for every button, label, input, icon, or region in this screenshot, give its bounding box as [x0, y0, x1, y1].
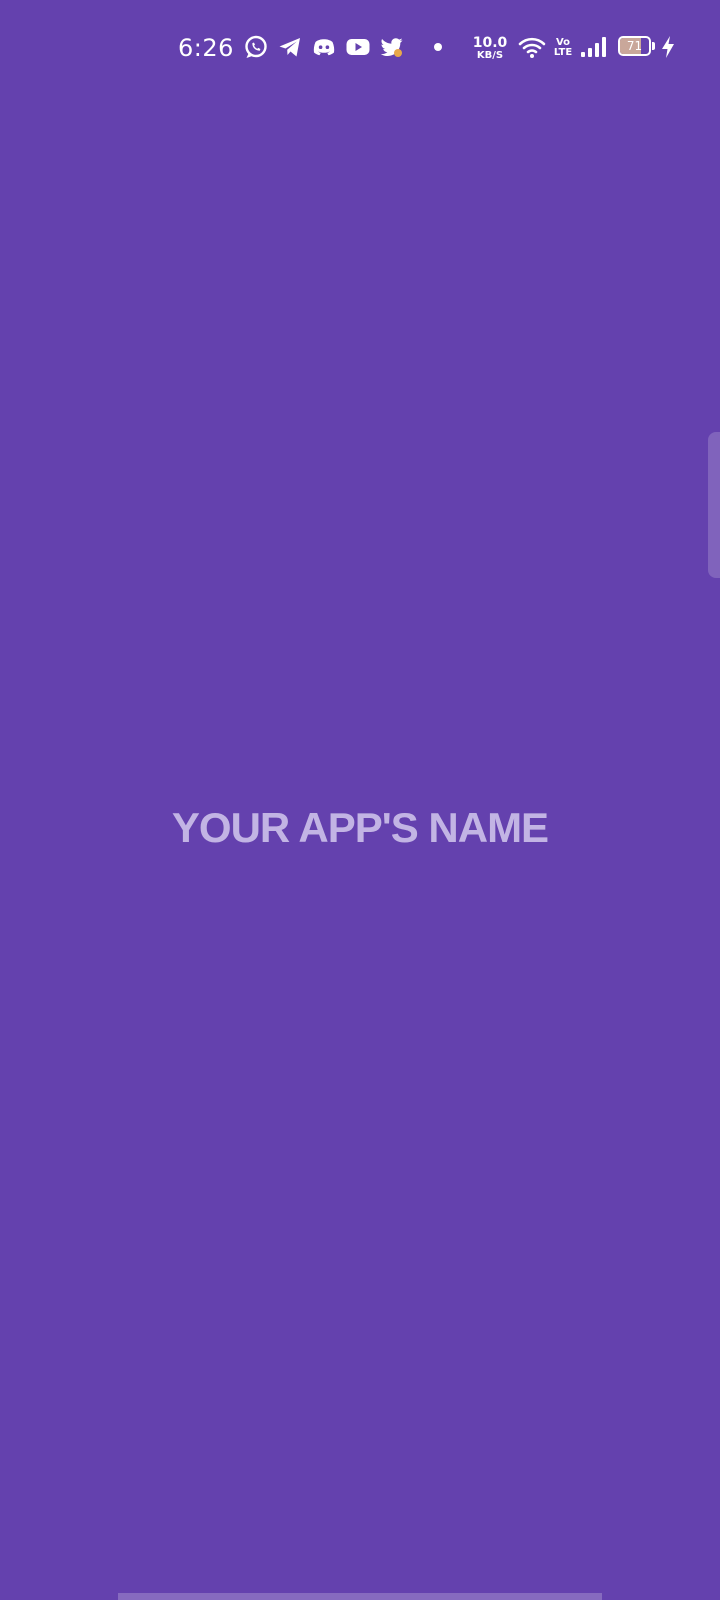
whatsapp-icon [243, 34, 269, 60]
navigation-gesture-bar[interactable] [118, 1593, 602, 1600]
network-speed: 10.0 KB/S [470, 34, 510, 62]
status-clock: 6:26 [178, 34, 234, 62]
wifi-icon [518, 34, 546, 60]
battery-level: 71 [626, 39, 643, 53]
battery-icon: 71 [618, 36, 656, 56]
signal-strength-icon [580, 36, 608, 58]
volte-bottom-label: LTE [553, 47, 573, 58]
notification-dot [434, 43, 442, 51]
network-speed-value: 10.0 [472, 34, 508, 51]
app-name-title: YOUR APP'S NAME [171, 804, 549, 851]
discord-icon [311, 34, 337, 60]
network-speed-unit: KB/S [476, 49, 504, 61]
splash-screen: 6:26 10.0 KB/S Vo LTE 71 YOUR APP'S NAME [0, 0, 720, 1600]
twitter-icon [379, 34, 405, 60]
charging-bolt-icon [660, 34, 676, 60]
telegram-icon [277, 34, 303, 60]
status-bar: 6:26 10.0 KB/S Vo LTE 71 [0, 0, 720, 96]
battery-tip [652, 42, 655, 50]
youtube-icon [345, 34, 371, 60]
edge-panel-handle[interactable] [708, 432, 720, 578]
volte-indicator: Vo LTE [553, 35, 573, 61]
